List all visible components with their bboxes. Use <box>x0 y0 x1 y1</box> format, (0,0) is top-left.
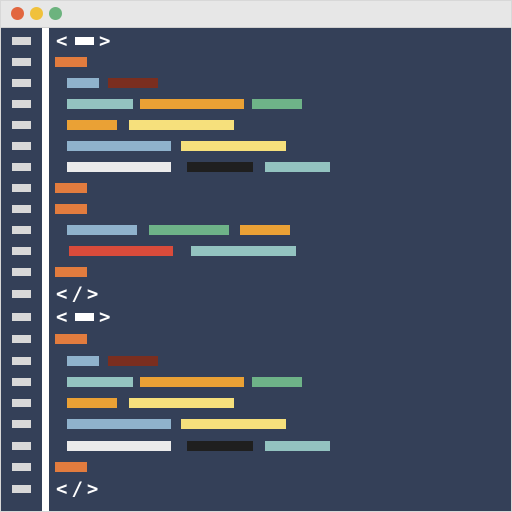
line-number-marker <box>12 335 31 343</box>
code-token <box>69 246 173 256</box>
code-token <box>55 334 87 344</box>
line-number-marker <box>12 226 31 234</box>
open-tag-left-bracket: < <box>56 30 70 52</box>
code-token <box>67 356 99 366</box>
code-token <box>187 162 253 172</box>
line-number-marker <box>12 442 31 450</box>
line-number-marker <box>12 463 31 471</box>
line-number-marker <box>12 357 31 365</box>
line-number-marker <box>12 420 31 428</box>
line-number-marker <box>12 205 31 213</box>
code-token <box>67 78 99 88</box>
code-token <box>67 398 117 408</box>
code-token <box>108 356 158 366</box>
code-token <box>108 78 158 88</box>
code-token <box>252 99 302 109</box>
line-number-marker <box>12 58 31 66</box>
line-number-marker <box>12 313 31 321</box>
line-number-gutter <box>1 28 42 511</box>
code-token <box>252 377 302 387</box>
code-token <box>181 419 286 429</box>
line-number-marker <box>12 163 31 171</box>
code-token <box>191 246 296 256</box>
open-tag-right-bracket: > <box>99 306 113 328</box>
code-token <box>149 225 229 235</box>
code-area[interactable]: < > </> < > </> <box>49 28 511 511</box>
code-token <box>129 398 234 408</box>
maximize-button[interactable] <box>49 7 62 20</box>
code-token <box>67 419 171 429</box>
code-token <box>181 141 286 151</box>
code-token <box>187 441 253 451</box>
code-token <box>240 225 290 235</box>
code-token <box>67 441 171 451</box>
code-token <box>140 377 244 387</box>
code-token <box>55 183 87 193</box>
line-number-marker <box>12 79 31 87</box>
code-token <box>67 377 133 387</box>
line-number-marker <box>12 37 31 45</box>
code-token <box>67 141 171 151</box>
code-token <box>55 204 87 214</box>
gutter-divider <box>42 28 49 511</box>
code-token <box>140 99 244 109</box>
line-number-marker <box>12 290 31 298</box>
open-tag-left-bracket: < <box>56 306 70 328</box>
code-editor-window: < > </> < > </> <box>0 0 512 512</box>
line-number-marker <box>12 247 31 255</box>
close-tag: </> <box>56 478 103 500</box>
code-token <box>55 462 87 472</box>
line-number-marker <box>12 100 31 108</box>
code-token <box>67 225 137 235</box>
close-tag: </> <box>56 283 103 305</box>
tag-name-block <box>75 37 94 45</box>
line-number-marker <box>12 378 31 386</box>
minimize-button[interactable] <box>30 7 43 20</box>
code-token <box>67 120 117 130</box>
line-number-marker <box>12 142 31 150</box>
line-number-marker <box>12 485 31 493</box>
close-button[interactable] <box>11 7 24 20</box>
code-token <box>67 99 133 109</box>
code-token <box>265 441 330 451</box>
code-token <box>67 162 171 172</box>
line-number-marker <box>12 121 31 129</box>
line-number-marker <box>12 399 31 407</box>
tag-name-block <box>75 313 94 321</box>
code-token <box>129 120 234 130</box>
title-bar <box>1 1 511 28</box>
code-token <box>55 57 87 67</box>
code-token <box>265 162 330 172</box>
code-token <box>55 267 87 277</box>
line-number-marker <box>12 184 31 192</box>
line-number-marker <box>12 268 31 276</box>
open-tag-right-bracket: > <box>99 30 113 52</box>
